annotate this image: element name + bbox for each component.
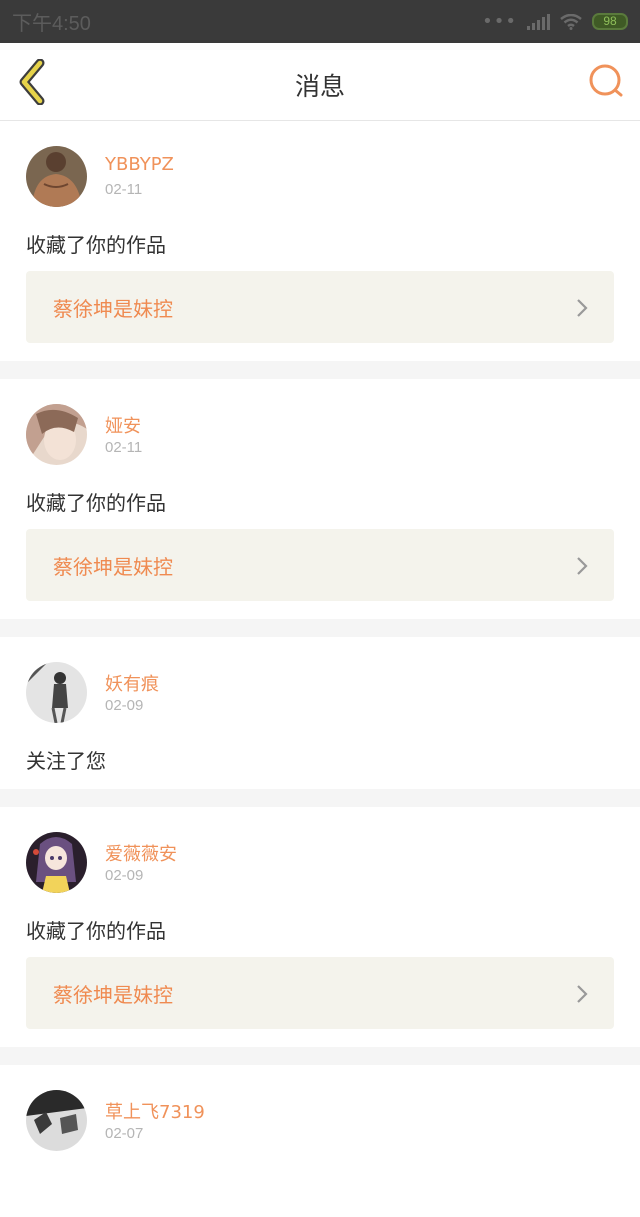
message-header: 爱薇薇安 02-09 [26,807,614,907]
chevron-right-icon [577,557,588,575]
message-item: 草上飞7319 02-07 [0,1065,640,1217]
status-bar: 下午4:50 ••• 98 [0,0,640,43]
message-date: 02-11 [105,439,143,456]
work-title: 蔡徐坤是妹控 [53,296,173,321]
message-list: YBBYPZ 02-11 收藏了你的作品 蔡徐坤是妹控 娅安 02-11 收藏了… [0,121,640,1217]
chevron-right-icon [577,299,588,317]
work-link[interactable]: 蔡徐坤是妹控 [26,529,614,601]
message-date: 02-09 [105,697,144,714]
user-name[interactable]: 娅安 [105,412,141,438]
message-item: 娅安 02-11 收藏了你的作品 蔡徐坤是妹控 [0,379,640,619]
message-item: 爱薇薇安 02-09 收藏了你的作品 蔡徐坤是妹控 [0,807,640,1047]
work-title: 蔡徐坤是妹控 [53,554,173,579]
avatar[interactable] [26,832,87,893]
avatar[interactable] [26,404,87,465]
avatar[interactable] [26,1090,87,1151]
message-date: 02-09 [105,867,144,884]
message-header: 娅安 02-11 [26,379,614,479]
user-name[interactable]: YBBYPZ [105,154,174,175]
work-link[interactable]: 蔡徐坤是妹控 [26,271,614,343]
message-date: 02-07 [105,1125,144,1142]
avatar[interactable] [26,662,87,723]
message-date: 02-11 [105,181,143,198]
nav-bar: 消息 [0,43,640,121]
user-name[interactable]: 妖有痕 [105,670,159,696]
work-link[interactable]: 蔡徐坤是妹控 [26,957,614,1029]
user-name[interactable]: 爱薇薇安 [105,840,177,866]
message-header: YBBYPZ 02-11 [26,121,614,221]
chevron-right-icon [577,985,588,1003]
message-action: 收藏了你的作品 [26,491,166,515]
battery-icon: 98 [592,13,628,30]
message-item: YBBYPZ 02-11 收藏了你的作品 蔡徐坤是妹控 [0,121,640,361]
signal-bars-icon [527,13,550,30]
avatar[interactable] [26,146,87,207]
work-title: 蔡徐坤是妹控 [53,982,173,1007]
message-action: 关注了您 [26,749,106,773]
message-action: 收藏了你的作品 [26,233,166,257]
search-icon[interactable] [588,63,624,99]
message-header: 妖有痕 02-09 [26,637,614,737]
page-title: 消息 [294,72,345,101]
user-name[interactable]: 草上飞7319 [105,1098,205,1124]
message-action: 收藏了你的作品 [26,919,166,943]
message-item: 妖有痕 02-09 关注了您 [0,637,640,789]
wifi-icon [560,13,582,30]
message-header: 草上飞7319 02-07 [26,1065,614,1165]
status-time: 下午4:50 [12,13,91,35]
signal-dots-icon: ••• [482,11,517,32]
status-icons: ••• 98 [482,11,628,32]
